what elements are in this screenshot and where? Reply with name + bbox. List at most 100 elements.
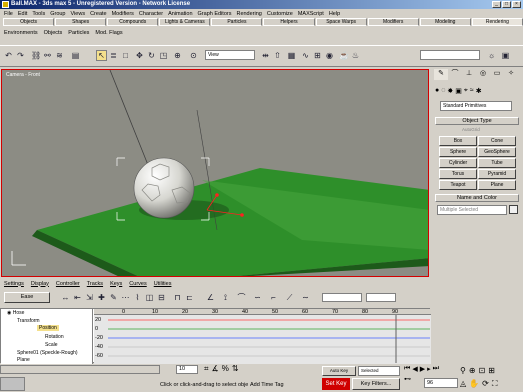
tv-menu-controller[interactable]: Controller [56,281,80,287]
add-keys-icon[interactable]: ✚ [96,292,107,303]
menu-edit[interactable]: Edit [18,11,27,17]
menu-animation[interactable]: Animation [168,11,192,17]
current-frame-field[interactable]: 96 [424,378,458,388]
select-and-scale-icon[interactable]: ◳ [158,50,169,61]
arc-rotate-icon[interactable]: ⟳ [482,379,489,389]
viewport-label[interactable]: Camera - Front [6,72,40,78]
goto-end-icon[interactable]: ⏭ [433,365,439,373]
tangent-auto-icon[interactable]: ∠ [205,292,216,303]
zoom-all-icon[interactable]: ⊕ [469,366,476,375]
menu-group[interactable]: Group [50,11,65,17]
menu-create[interactable]: Create [90,11,107,17]
curve-editor-icon[interactable]: ∿ [300,50,311,61]
zoom-extents-icon[interactable]: ⊡ [479,366,486,375]
select-and-rotate-icon[interactable]: ↻ [146,50,157,61]
select-by-name-icon[interactable]: ≣ [108,50,119,61]
tree-item-rotation[interactable]: Rotation [45,334,64,340]
tree-item-hose[interactable]: ◉ Hose [7,310,24,316]
layer-manager-icon[interactable]: ▦ [286,50,297,61]
object-color-swatch[interactable] [509,205,518,214]
value-field[interactable] [366,293,396,302]
link-icon[interactable]: ⛓ [30,50,41,61]
maximize-button[interactable]: □ [502,1,511,8]
cylinder-button[interactable]: Cylinder [439,158,477,168]
cameras-icon[interactable]: ▣ [455,87,462,97]
teapot-button[interactable]: Teapot [439,180,477,190]
goto-start-icon[interactable]: ⏮ [404,365,410,373]
draw-curves-icon[interactable]: ✎ [108,292,119,303]
selection-set-dropdown[interactable]: Selected [358,366,400,376]
bind-space-warp-icon[interactable]: ≋ [54,50,65,61]
motion-tab-icon[interactable]: ◎ [476,69,490,80]
key-mode-toggle-icon[interactable]: ⊷ [404,375,411,383]
pyramid-button[interactable]: Pyramid [478,169,516,179]
menu-tools[interactable]: Tools [32,11,45,17]
systems-icon[interactable]: ✱ [476,87,482,97]
rectangular-region-icon[interactable]: □ [120,50,131,61]
parameter-curve-icon[interactable]: ⌇ [132,292,143,303]
tab-helpers[interactable]: Helpers [263,18,315,26]
create-tab-icon[interactable]: ✎ [434,69,448,80]
spinner-snap-icon[interactable]: ⇅ [232,364,239,374]
pan-icon[interactable]: ✋ [469,379,479,389]
menu-rendering[interactable]: Rendering [236,11,261,17]
set-key-button[interactable]: Set Key [322,378,350,390]
tree-item-transform[interactable]: Transform [17,318,40,324]
tree-item-sphere[interactable]: Sphere01 (Speckle-Rough) [17,350,78,356]
tab-modeling[interactable]: Modeling [419,18,471,26]
tv-menu-utilities[interactable]: Utilities [154,281,172,287]
percent-snap-icon[interactable]: % [222,364,229,374]
menu-customize[interactable]: Customize [267,11,293,17]
select-and-move-icon[interactable]: ✥ [134,50,145,61]
tv-menu-keys[interactable]: Keys [110,281,122,287]
tree-item-scale[interactable]: Scale [45,342,58,348]
lights-icon[interactable]: ✸ [447,87,453,97]
tube-button[interactable]: Tube [478,158,516,168]
geosphere-button[interactable]: GeoSphere [478,147,516,157]
snap-frames-icon[interactable]: ⊓ [172,292,183,303]
tv-menu-curves[interactable]: Curves [129,281,146,287]
quick-render-icon[interactable]: ♨ [350,50,361,61]
maximize-viewport-icon[interactable]: ⛶ [492,379,498,389]
menu-views[interactable]: Views [71,11,86,17]
key-filters-button[interactable]: Key Filters... [352,378,400,390]
plane-button[interactable]: Plane [478,180,516,190]
curve-area[interactable]: 0 10 20 30 40 50 60 70 80 90 20 0 -20 -4… [94,309,431,364]
tangent-fast-icon[interactable]: ⌒ [236,292,247,303]
mirror-icon[interactable]: ⇹ [260,50,271,61]
snap-icon[interactable]: ⌗ [204,364,209,374]
viewport-camera[interactable]: Camera - Front [1,69,429,277]
reduce-keys-icon[interactable]: ⋯ [120,292,131,303]
particles-label[interactable]: Particles [68,30,89,36]
next-frame-icon[interactable]: ▸ [427,365,431,373]
lock-selection-icon[interactable]: ⊟ [156,292,167,303]
tab-space-warps[interactable]: Space Warps [315,18,367,26]
use-pivot-center-icon[interactable]: ⊙ [188,50,199,61]
tv-menu-tracks[interactable]: Tracks [87,281,103,287]
field-of-view-icon[interactable]: ◬ [460,379,466,389]
tab-lights-cameras[interactable]: Lights & Cameras [159,18,211,26]
slide-keys-icon[interactable]: ⇤ [72,292,83,303]
add-time-tag[interactable]: Add Time Tag [250,380,284,390]
key-mode-icon[interactable]: ⊏ [184,292,195,303]
maxscript-listener[interactable] [0,377,25,391]
redo-icon[interactable]: ↷ [15,50,26,61]
menu-modifiers[interactable]: Modifiers [112,11,134,17]
objects-label[interactable]: Objects [44,30,63,36]
object-type-rollout[interactable]: Object Type [435,117,519,125]
auto-key-button[interactable]: Auto Key [322,366,356,376]
unlink-icon[interactable]: ⚯ [42,50,53,61]
menu-character[interactable]: Character [139,11,163,17]
reference-coordinate-dropdown[interactable]: View [205,50,255,60]
zoom-extents-all-icon[interactable]: ⊞ [488,366,495,375]
category-dropdown[interactable]: Standard Primitives [440,101,512,111]
mini-timeline[interactable] [0,365,160,374]
utilities-tab-icon[interactable]: ✧ [504,69,518,80]
schematic-view-icon[interactable]: ⊞ [312,50,323,61]
tab-rendering[interactable]: Rendering [471,18,523,26]
torus-button[interactable]: Torus [439,169,477,179]
angle-snap-icon[interactable]: ∡ [212,364,219,374]
box-button[interactable]: Box [439,136,477,146]
selection-filter-icon[interactable]: ▤ [70,50,81,61]
play-icon[interactable]: ▶ [420,365,425,373]
